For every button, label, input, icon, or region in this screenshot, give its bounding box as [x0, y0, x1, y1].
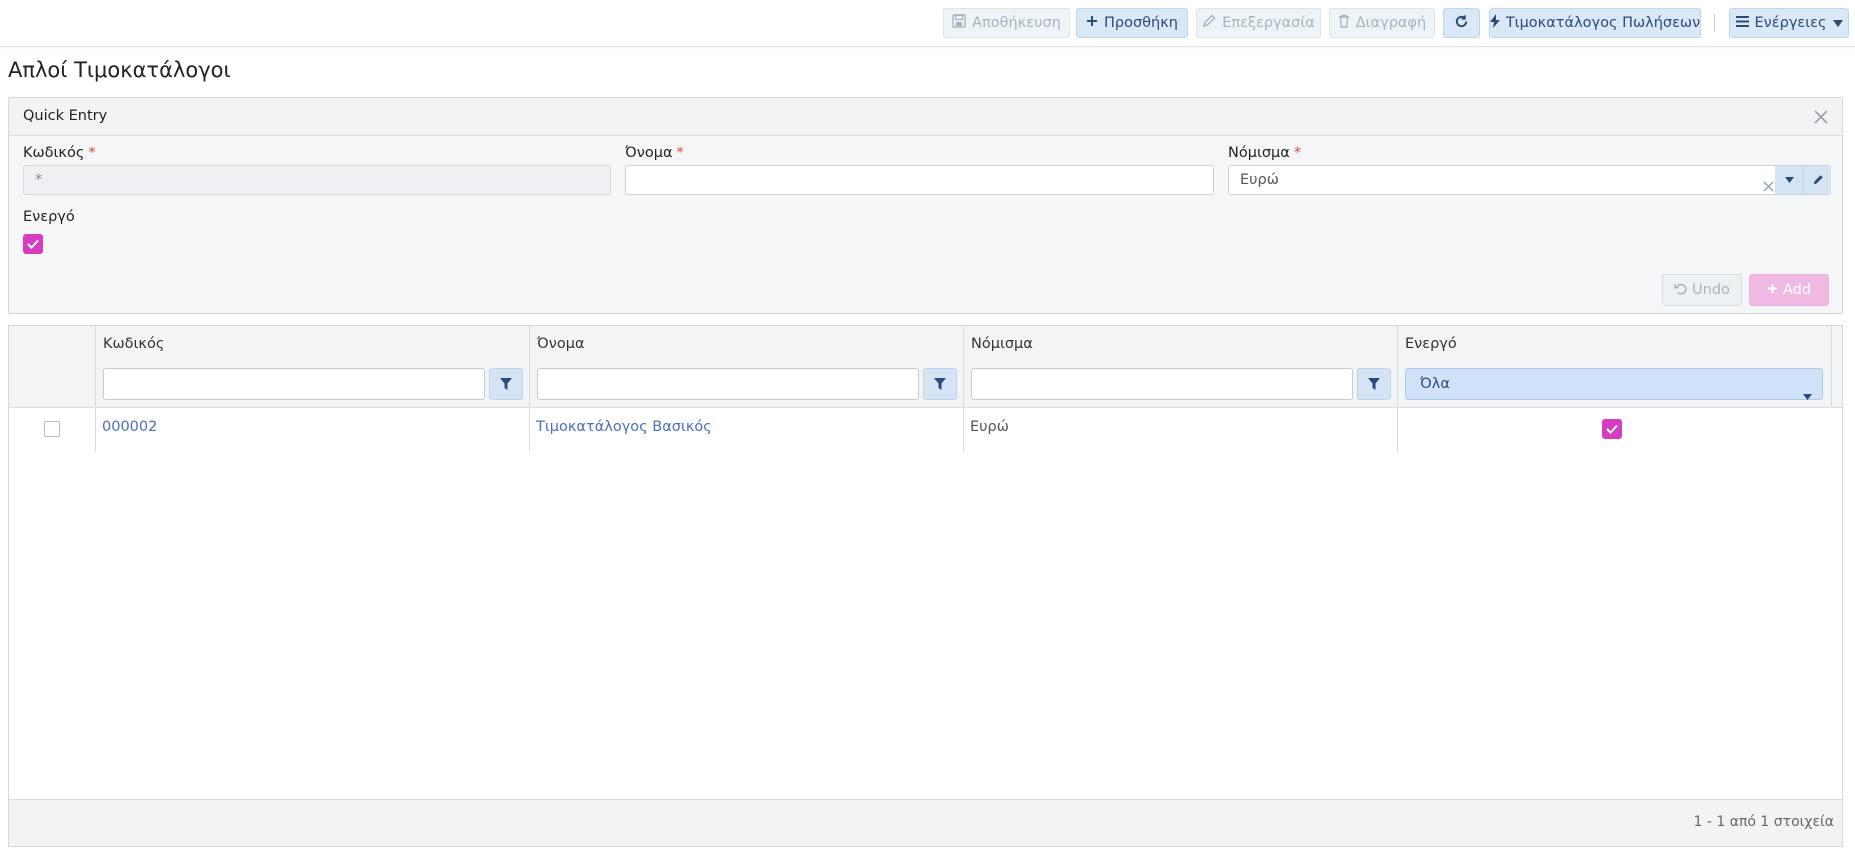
actions-menu-button[interactable]: Ενέργειες [1729, 8, 1849, 38]
page-title: Απλοί Τιμοκατάλογοι [8, 58, 231, 82]
plus-icon [1767, 282, 1778, 298]
currency-label: Νόμισμα * [1228, 145, 1301, 161]
check-icon [1606, 424, 1618, 434]
name-field[interactable] [625, 165, 1214, 195]
quick-entry-title: Quick Entry [23, 108, 108, 124]
currency-edit-button[interactable] [1803, 166, 1831, 194]
grid-filter-row: Όλα [9, 362, 1842, 408]
column-header-code[interactable]: Κωδικός [103, 336, 164, 352]
currency-value: Ευρώ [1240, 172, 1279, 188]
plus-icon [1086, 15, 1098, 31]
filter-icon [500, 378, 512, 390]
quick-add-label: Add [1782, 282, 1812, 298]
code-filter-input[interactable] [103, 368, 485, 400]
sales-pricelist-button[interactable]: Τιμοκατάλογος Πωλήσεων [1489, 8, 1701, 38]
close-icon[interactable] [1814, 109, 1828, 128]
quick-add-button[interactable]: Add [1749, 274, 1829, 306]
column-divider [1831, 326, 1832, 407]
currency-dropdown-button[interactable] [1775, 166, 1803, 194]
column-header-currency[interactable]: Νόμισμα [971, 336, 1033, 352]
save-button-label: Αποθήκευση [972, 15, 1061, 31]
grid-header-row: Κωδικός Όνομα Νόμισμα Ενεργό [9, 326, 1842, 363]
required-marker: * [676, 145, 684, 161]
trash-icon [1338, 14, 1350, 32]
grid-footer: 1 - 1 από 1 στοιχεία [9, 799, 1842, 846]
clear-icon[interactable] [1763, 174, 1774, 202]
edit-button[interactable]: Επεξεργασία [1196, 8, 1321, 38]
pencil-icon [1813, 175, 1823, 185]
quick-entry-header: Quick Entry [9, 98, 1842, 136]
pencil-icon [1202, 14, 1216, 32]
refresh-button[interactable] [1443, 8, 1480, 38]
hamburger-icon [1735, 15, 1749, 31]
filter-icon [1368, 378, 1380, 390]
row-code-link[interactable]: 000002 [102, 419, 157, 435]
row-select-checkbox[interactable] [44, 421, 60, 437]
sales-pricelist-label: Τιμοκατάλογος Πωλήσεων [1505, 15, 1701, 31]
name-filter-button[interactable] [923, 368, 957, 400]
pricelists-grid: Κωδικός Όνομα Νόμισμα Ενεργό Όλα 000002 … [8, 325, 1843, 847]
active-checkbox[interactable] [23, 234, 43, 254]
code-field[interactable]: * [23, 165, 611, 195]
pager-info: 1 - 1 από 1 στοιχεία [1693, 814, 1834, 830]
add-button-label: Προσθήκη [1104, 15, 1178, 31]
row-active-checkbox [1602, 419, 1622, 439]
row-name-link[interactable]: Τιμοκατάλογος Βασικός [536, 419, 712, 435]
column-header-name[interactable]: Όνομα [537, 336, 585, 352]
filter-icon [934, 378, 946, 390]
name-label: Όνομα * [625, 145, 684, 161]
undo-icon [1674, 282, 1687, 299]
table-row[interactable] [9, 407, 1842, 452]
required-marker: * [88, 145, 96, 161]
add-button[interactable]: Προσθήκη [1076, 8, 1188, 38]
code-filter-button[interactable] [489, 368, 523, 400]
row-currency: Ευρώ [970, 419, 1009, 435]
caret-down-icon [1832, 15, 1843, 31]
undo-label: Undo [1692, 282, 1730, 298]
currency-filter-input[interactable] [971, 368, 1353, 400]
quick-entry-panel: Quick Entry Κωδικός * * Όνομα * Νόμισμα * Ε… [8, 97, 1843, 314]
save-button[interactable]: Αποθήκευση [943, 8, 1070, 38]
name-filter-input[interactable] [537, 368, 919, 400]
toolbar-divider [1714, 14, 1715, 32]
refresh-icon [1454, 14, 1469, 33]
currency-filter-button[interactable] [1357, 368, 1391, 400]
name-label-text: Όνομα [625, 145, 673, 161]
required-marker: * [1293, 145, 1302, 161]
caret-down-icon [1784, 177, 1794, 183]
currency-combobox[interactable]: Ευρώ [1228, 165, 1831, 195]
top-toolbar: Αποθήκευση Προσθήκη Επεξεργασία Διαγραφή… [0, 0, 1855, 47]
edit-button-label: Επεξεργασία [1222, 15, 1315, 31]
actions-label: Ενέργειες [1754, 15, 1827, 31]
code-label: Κωδικός * [23, 145, 96, 161]
active-filter-value: Όλα [1420, 376, 1450, 392]
active-label: Ενεργό [23, 209, 75, 225]
active-filter-select[interactable]: Όλα [1405, 368, 1823, 400]
bolt-icon [1489, 14, 1500, 32]
undo-button[interactable]: Undo [1662, 274, 1742, 306]
delete-button-label: Διαγραφή [1355, 15, 1427, 31]
delete-button[interactable]: Διαγραφή [1329, 8, 1435, 38]
check-icon [27, 239, 39, 249]
column-header-active[interactable]: Ενεργό [1405, 336, 1457, 352]
code-label-text: Κωδικός [23, 145, 85, 161]
save-icon [952, 14, 966, 32]
currency-label-text: Νόμισμα [1228, 145, 1290, 161]
